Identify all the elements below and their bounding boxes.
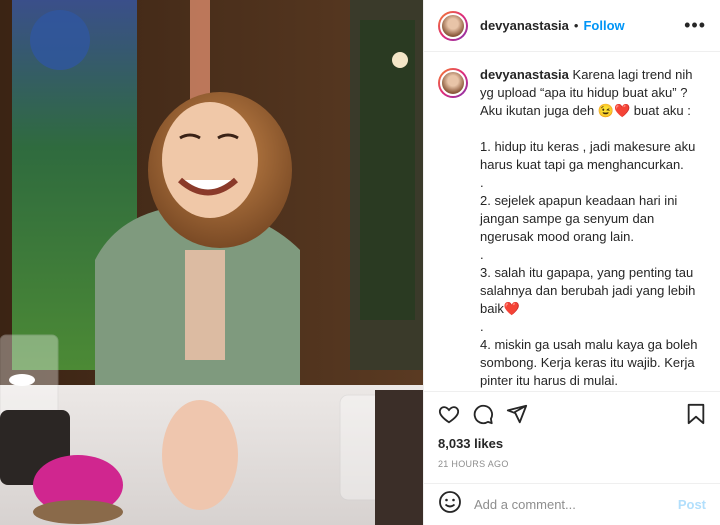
bookmark-icon[interactable] [686,403,706,425]
comment-icon[interactable] [472,403,494,425]
action-bar: 8,033 likes 21 HOURS AGO [424,391,720,483]
post-header: devyanastasia • Follow ••• [424,0,720,52]
emoji-icon[interactable] [438,490,462,519]
more-options-icon[interactable]: ••• [684,15,706,36]
comment-input[interactable] [474,497,678,512]
caption-avatar[interactable] [438,68,468,98]
username[interactable]: devyanastasia [480,18,569,33]
caption-username[interactable]: devyanastasia [480,67,569,82]
caption-area[interactable]: devyanastasia Karena lagi trend nih yg u… [424,52,720,391]
post-image [0,0,423,525]
heart-icon[interactable] [438,403,460,425]
separator-dot: • [573,18,579,33]
post-photo[interactable] [0,0,423,525]
post-panel: devyanastasia • Follow ••• devyanastasia… [423,0,720,525]
post-timestamp[interactable]: 21 HOURS AGO [438,459,706,469]
post-comment-button[interactable]: Post [678,497,706,512]
follow-button[interactable]: Follow [583,18,624,33]
comment-box: Post [424,483,720,525]
caption: devyanastasia Karena lagi trend nih yg u… [480,66,706,391]
caption-text: Karena lagi trend nih yg upload “apa itu… [480,67,698,388]
likes-count[interactable]: 8,033 likes [438,436,706,451]
avatar[interactable] [438,10,468,41]
share-icon[interactable] [506,403,528,425]
